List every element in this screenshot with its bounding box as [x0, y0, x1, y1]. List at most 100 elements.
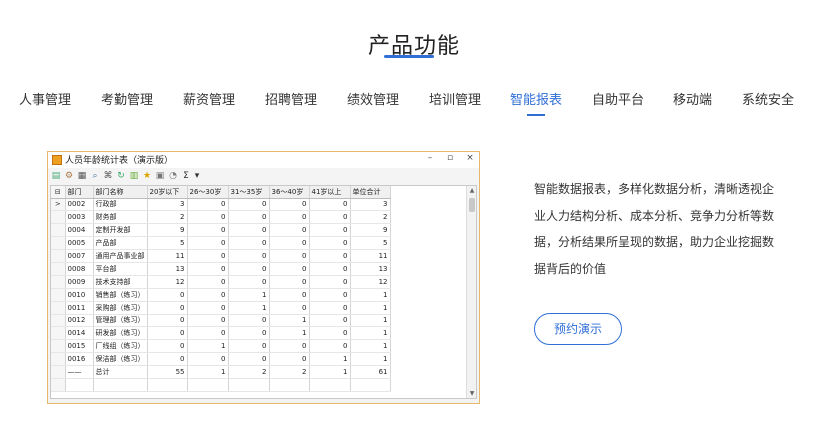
- value-cell: 0: [147, 339, 188, 354]
- value-cell: 0: [269, 223, 310, 238]
- dept-name-cell: 保洁部（练习）: [93, 352, 148, 367]
- dept-name-cell: 销售部（练习）: [93, 288, 148, 302]
- column-header[interactable]: 31～35岁: [228, 186, 270, 199]
- row-indicator[interactable]: [51, 210, 66, 225]
- dept-name-cell: 管理部（练习）: [93, 314, 148, 328]
- column-header[interactable]: 26～30岁: [187, 186, 229, 199]
- value-cell: 1: [350, 288, 391, 302]
- dept-name-cell: 厂线组（练习）: [93, 339, 148, 354]
- value-cell: 1: [228, 301, 270, 315]
- print-icon[interactable]: ▦: [77, 171, 87, 181]
- table-row[interactable]: 0012 管理部（练习） 0 0 0 1 0 1: [51, 314, 391, 328]
- dept-name-cell: 行政部: [93, 198, 148, 212]
- value-cell: 0: [147, 288, 188, 302]
- print-preview-icon[interactable]: ▤: [51, 171, 61, 181]
- value-cell: 0: [228, 236, 270, 251]
- value-cell: 0: [228, 275, 270, 289]
- tab-mobile[interactable]: 移动端: [673, 89, 712, 108]
- tab-self-service[interactable]: 自助平台: [592, 89, 644, 108]
- row-indicator[interactable]: [51, 352, 66, 367]
- value-cell: 13: [350, 262, 391, 276]
- header-indicator[interactable]: ⊟: [51, 186, 66, 199]
- table-row[interactable]: 0007 通用产品事业部 11 0 0 0 0 11: [51, 249, 391, 263]
- dept-code-cell: 0005: [65, 236, 94, 251]
- tab-personnel[interactable]: 人事管理: [19, 89, 71, 108]
- close-icon[interactable]: ×: [464, 153, 476, 163]
- tab-attendance[interactable]: 考勤管理: [101, 89, 153, 108]
- column-header[interactable]: 部门名称: [93, 186, 148, 199]
- table-row[interactable]: 0004 定制开发部 9 0 0 0 0 9: [51, 223, 391, 238]
- tab-system-security[interactable]: 系统安全: [742, 89, 794, 108]
- column-header[interactable]: 部门: [65, 186, 94, 199]
- setup-icon[interactable]: ⚙: [64, 171, 74, 181]
- value-cell: 0: [309, 249, 351, 263]
- tab-salary[interactable]: 薪资管理: [183, 89, 235, 108]
- scroll-down-icon[interactable]: ▼: [468, 390, 476, 397]
- table-row[interactable]: 0011 采购部（练习） 0 0 1 0 0 1: [51, 301, 391, 315]
- find-icon[interactable]: ⌘: [103, 171, 113, 181]
- table-row[interactable]: 0008 平台部 13 0 0 0 0 13: [51, 262, 391, 276]
- value-cell: 5: [147, 236, 188, 251]
- title-underline: [384, 55, 434, 58]
- value-cell: 0: [228, 223, 270, 238]
- scroll-up-icon[interactable]: ▲: [468, 187, 476, 194]
- row-indicator[interactable]: [51, 365, 66, 379]
- dropdown-icon[interactable]: ▾: [192, 171, 202, 181]
- dept-code-cell: 0008: [65, 262, 94, 276]
- row-indicator[interactable]: [51, 249, 66, 263]
- table-row[interactable]: 0005 产品部 5 0 0 0 0 5: [51, 236, 391, 251]
- active-tab-indicator: [527, 114, 545, 116]
- column-header[interactable]: 41岁以上: [309, 186, 351, 199]
- empty-row: [51, 378, 391, 392]
- vertical-scrollbar[interactable]: ▲ ▼: [466, 186, 476, 398]
- table-row[interactable]: 0015 厂线组（练习） 0 1 0 0 0 1: [51, 339, 391, 354]
- row-indicator[interactable]: [51, 275, 66, 289]
- table-row[interactable]: 0009 技术支持部 12 0 0 0 0 12: [51, 275, 391, 289]
- row-indicator[interactable]: [51, 314, 66, 328]
- value-cell: 2: [269, 365, 310, 379]
- tab-training[interactable]: 培训管理: [429, 89, 481, 108]
- table-row[interactable]: 0003 财务部 2 0 0 0 0 2: [51, 210, 391, 225]
- row-indicator[interactable]: >: [51, 198, 66, 212]
- table-row[interactable]: >0002 行政部 3 0 0 0 0 3: [51, 198, 391, 212]
- value-cell: 0: [187, 262, 229, 276]
- tab-performance[interactable]: 绩效管理: [347, 89, 399, 108]
- value-cell: 0: [187, 198, 229, 212]
- minimize-icon[interactable]: –: [424, 153, 436, 163]
- sigma-icon[interactable]: Σ: [181, 171, 191, 181]
- row-indicator[interactable]: [51, 339, 66, 354]
- value-cell: 0: [269, 288, 310, 302]
- column-header[interactable]: 20岁以下: [147, 186, 188, 199]
- row-indicator[interactable]: [51, 223, 66, 238]
- value-cell: 1: [187, 365, 229, 379]
- table-row[interactable]: 0016 保洁部（练习） 0 0 0 0 1 1: [51, 352, 391, 367]
- tab-smart-reports[interactable]: 智能报表: [510, 89, 562, 108]
- row-indicator[interactable]: [51, 326, 66, 341]
- row-indicator[interactable]: [51, 301, 66, 315]
- row-indicator[interactable]: [51, 288, 66, 302]
- star-icon[interactable]: ★: [142, 171, 152, 181]
- column-header[interactable]: 36～40岁: [269, 186, 310, 199]
- dept-code-cell: 0012: [65, 314, 94, 328]
- value-cell: 1: [269, 314, 310, 328]
- column-header[interactable]: 单位合计: [350, 186, 391, 199]
- save-icon[interactable]: ▣: [155, 171, 165, 181]
- chat-icon[interactable]: ◔: [168, 171, 178, 181]
- book-demo-button[interactable]: 预约演示: [534, 313, 622, 345]
- row-indicator[interactable]: [51, 236, 66, 251]
- search-icon[interactable]: ⌕: [90, 171, 100, 181]
- tab-recruitment[interactable]: 招聘管理: [265, 89, 317, 108]
- refresh-icon[interactable]: ↻: [116, 171, 126, 181]
- feature-tabs: 人事管理 考勤管理 薪资管理 招聘管理 绩效管理 培训管理 智能报表 自助平台 …: [0, 89, 828, 119]
- table-row[interactable]: 0010 销售部（练习） 0 0 1 0 0 1: [51, 288, 391, 302]
- table-row[interactable]: —— 总计 55 1 2 2 1 61: [51, 365, 391, 379]
- maximize-icon[interactable]: ▫: [444, 153, 456, 163]
- table-row[interactable]: 0014 研发部（练习） 0 0 0 1 0 1: [51, 326, 391, 341]
- value-cell: 1: [269, 326, 310, 341]
- value-cell: 0: [228, 339, 270, 354]
- scroll-thumb[interactable]: [469, 198, 475, 212]
- value-cell: 1: [187, 339, 229, 354]
- export-icon[interactable]: ▥: [129, 171, 139, 181]
- row-indicator[interactable]: [51, 262, 66, 276]
- value-cell: 0: [228, 210, 270, 225]
